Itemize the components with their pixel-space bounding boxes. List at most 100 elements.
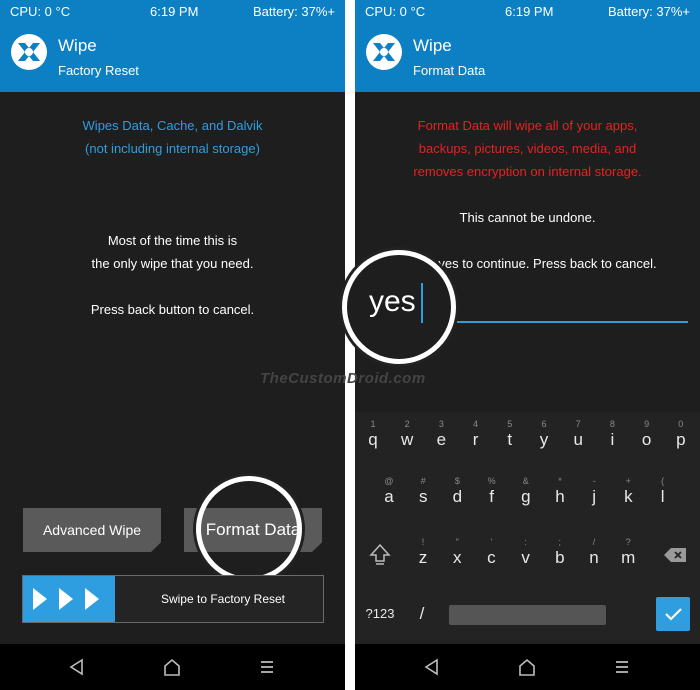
info-line-1: Wipes Data, Cache, and Dalvik [82, 118, 263, 133]
key-symbol: - [592, 476, 596, 486]
key-symbol: 5 [507, 419, 513, 429]
key-q[interactable]: 1q [356, 418, 390, 450]
key-u[interactable]: 7u [561, 418, 595, 450]
key-label: u [573, 430, 583, 449]
key-label: j [592, 487, 597, 506]
status-bar: CPU: 0 °C 6:19 PM Battery: 37%+ [0, 0, 345, 24]
key-label: l [660, 487, 665, 506]
key-symbol: ? [625, 537, 631, 547]
key-k[interactable]: + k [611, 475, 645, 507]
key-symbol: ; [558, 537, 562, 547]
key-s[interactable]: # s [406, 475, 440, 507]
shift-icon[interactable] [369, 542, 391, 566]
key-label: r [472, 430, 479, 449]
home-icon[interactable] [516, 656, 538, 678]
warning-line-1: Format Data will wipe all of your apps, [417, 118, 638, 133]
key-label: e [436, 430, 447, 449]
key-symbol: & [522, 476, 529, 486]
key-c[interactable]: ' c [474, 536, 508, 568]
magnifier-highlight [196, 476, 302, 582]
swipe-label: Swipe to Factory Reset [160, 592, 286, 606]
key-y[interactable]: 6y [527, 418, 561, 450]
nav-bar [0, 644, 345, 690]
menu-icon[interactable] [611, 656, 633, 678]
key-label: c [487, 548, 496, 567]
key-h[interactable]: * h [543, 475, 577, 507]
key-v[interactable]: :v [509, 536, 543, 568]
backspace-icon[interactable] [663, 547, 687, 563]
clock: 6:19 PM [505, 4, 554, 19]
key-label: d [452, 487, 463, 506]
warning-line-3: removes encryption on internal storage. [413, 164, 642, 179]
cpu-temp: CPU: 0 °C [10, 4, 71, 19]
key-t[interactable]: 5t [493, 418, 527, 450]
page-title: Wipe [413, 36, 452, 55]
key-symbol: 6 [541, 419, 547, 429]
key-g[interactable]: & g [509, 475, 543, 507]
key-x[interactable]: " x [440, 536, 474, 568]
page-subtitle: Factory Reset [58, 63, 139, 78]
home-icon[interactable] [161, 656, 183, 678]
body-line-3: Press back button to cancel. [90, 302, 255, 317]
confirm-input-value[interactable]: yes [369, 285, 416, 319]
key-label: t [507, 430, 513, 449]
key-label: v [521, 548, 530, 567]
key-symbol: 8 [609, 419, 615, 429]
key-label: b [555, 548, 565, 567]
key-o[interactable]: 9o [630, 418, 664, 450]
left-screen: CPU: 0 °C 6:19 PM Battery: 37%+ Wipe Fac… [0, 0, 345, 690]
key-label: w [401, 430, 414, 449]
key-label: k [624, 487, 633, 506]
battery-status: Battery: 37%+ [607, 4, 690, 19]
key-a[interactable]: @ a [372, 475, 406, 507]
text-cursor [421, 283, 423, 323]
swipe-slider[interactable]: Swipe to Factory Reset [22, 575, 324, 623]
back-icon[interactable] [66, 656, 88, 678]
key-label: s [418, 487, 428, 506]
symbols-key[interactable]: ?123 [361, 606, 399, 621]
input-underline [425, 321, 688, 323]
key-symbol: # [420, 476, 426, 486]
key-r[interactable]: 4r [459, 418, 493, 450]
key-label: f [489, 487, 494, 506]
info-line-2: (not including internal storage) [85, 141, 260, 156]
space-bar[interactable] [449, 605, 606, 625]
key-label: n [589, 548, 599, 567]
key-symbol: : [524, 537, 527, 547]
menu-icon[interactable] [256, 656, 278, 678]
back-icon[interactable] [421, 656, 443, 678]
key-j[interactable]: -j [577, 475, 611, 507]
key-b[interactable]: ; b [543, 536, 577, 568]
key-l[interactable]: (l [646, 475, 680, 507]
warning-line-2: backups, pictures, videos, media, and [418, 141, 637, 156]
key-symbol: ' [490, 537, 493, 547]
page-title: Wipe [58, 36, 97, 55]
on-screen-keyboard: 1q2w3e4r5t6y7u8i9o0p @ a # s $ d% f & g * h - j + k(l … [355, 412, 700, 644]
key-i[interactable]: 8i [595, 418, 629, 450]
swipe-handle[interactable] [23, 576, 115, 622]
key-f[interactable]: % f [475, 475, 509, 507]
key-e[interactable]: 3e [424, 418, 458, 450]
enter-key[interactable] [656, 597, 690, 631]
key-symbol: 4 [473, 419, 479, 429]
key-n[interactable]: / n [577, 536, 611, 568]
key-w[interactable]: 2w [390, 418, 424, 450]
key-m[interactable]: ? m [611, 536, 645, 568]
advanced-wipe-button[interactable]: Advanced Wipe [23, 508, 161, 552]
key-symbol: " [455, 537, 459, 547]
slash-key[interactable]: / [407, 604, 437, 624]
key-symbol: % [487, 476, 496, 486]
nav-bar [355, 644, 700, 690]
key-symbol: @ [384, 476, 394, 486]
key-p[interactable]: 0p [664, 418, 698, 450]
key-label: a [384, 487, 394, 506]
twrp-logo-icon [366, 34, 402, 70]
key-z[interactable]: ! z [406, 536, 440, 568]
key-d[interactable]: $ d [440, 475, 474, 507]
body-line-1: Most of the time this is [107, 233, 238, 248]
key-symbol: $ [454, 476, 460, 486]
key-symbol: 7 [575, 419, 581, 429]
header: Wipe Format Data [355, 24, 700, 92]
status-bar: CPU: 0 °C 6:19 PM Battery: 37%+ [355, 0, 700, 24]
key-symbol: ! [421, 537, 425, 547]
